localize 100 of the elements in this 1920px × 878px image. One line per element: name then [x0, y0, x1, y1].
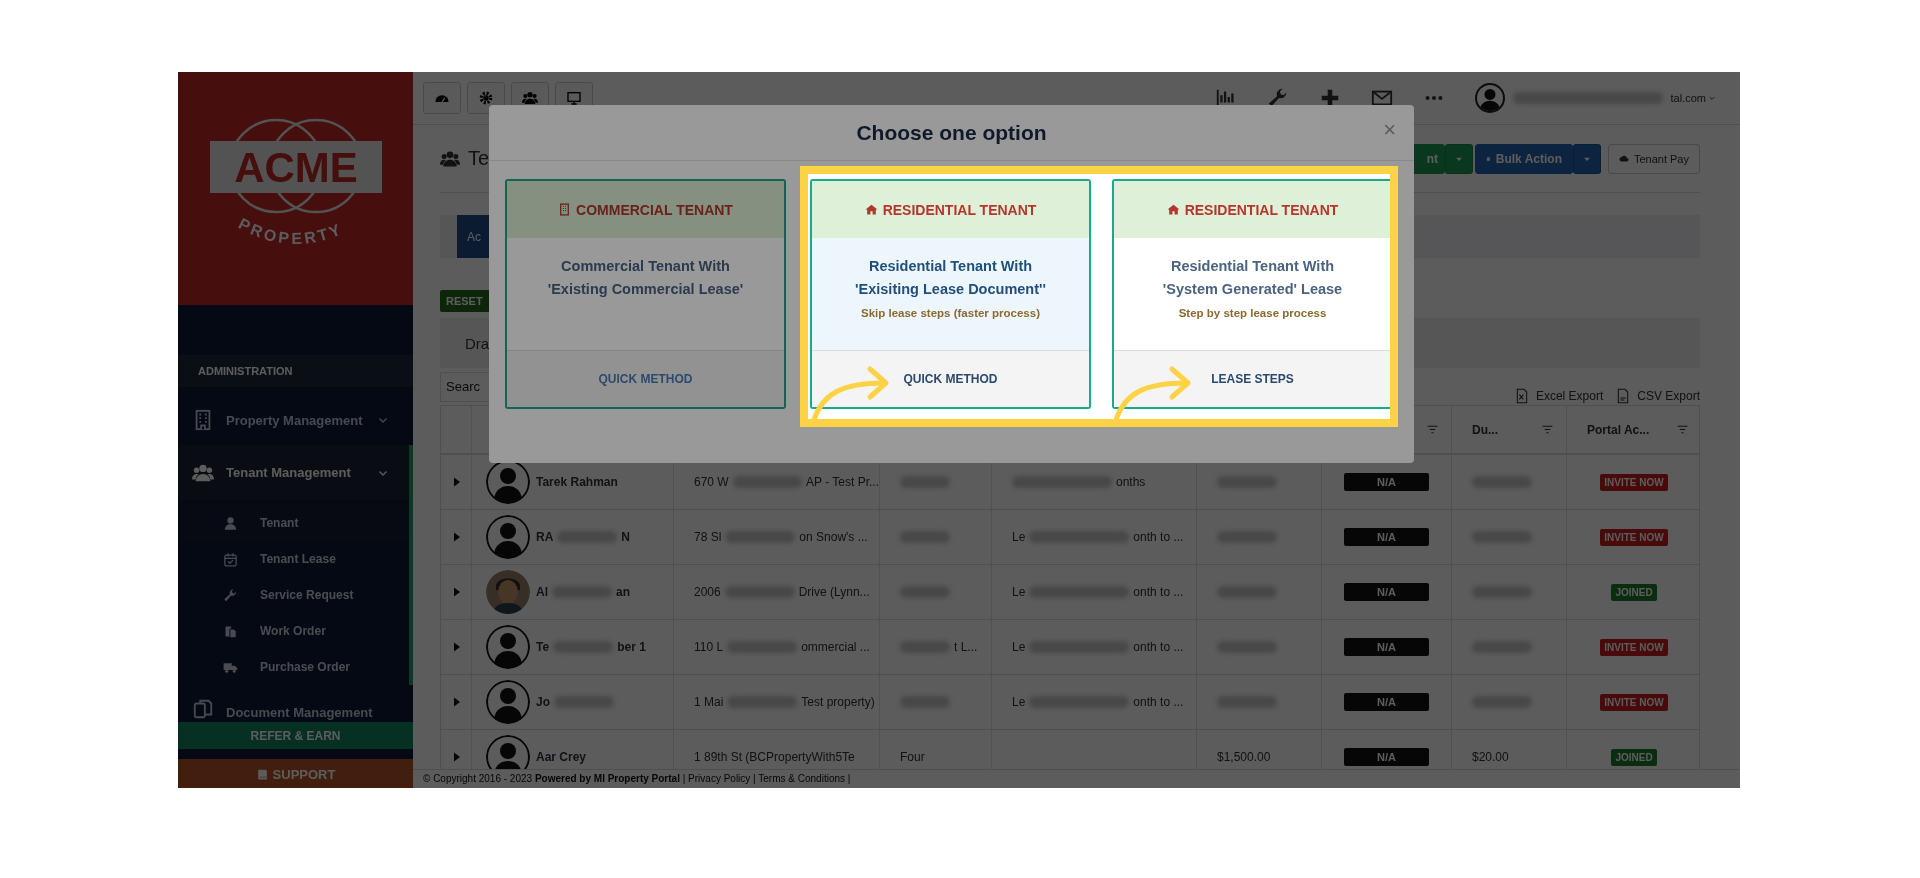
- close-button[interactable]: ×: [1383, 117, 1396, 143]
- property-address: 670 W: [694, 475, 729, 489]
- tenant-name: Jo: [536, 695, 550, 709]
- avatar-icon: [486, 515, 530, 559]
- option-description: 'System Generated' Lease: [1162, 280, 1343, 299]
- avatar-icon[interactable]: [1474, 83, 1505, 113]
- portal-badge[interactable]: INVITE NOW: [1600, 528, 1668, 546]
- property-address: 2006: [694, 585, 721, 599]
- house-icon: [1166, 203, 1180, 216]
- toolbar-button[interactable]: [423, 82, 461, 114]
- portal-badge[interactable]: INVITE NOW: [1600, 638, 1668, 656]
- cell-text: onths: [1116, 475, 1146, 489]
- monitor-icon: [566, 90, 582, 106]
- option-action-button[interactable]: QUICK METHOD: [903, 372, 998, 386]
- cell-text: onth to ...: [1133, 585, 1184, 599]
- option-card[interactable]: RESIDENTIAL TENANT Residential Tenant With 'System Generated' Lease Step by step lease process LEASE STEPS: [1112, 179, 1390, 409]
- cell-text: Le: [1012, 695, 1026, 709]
- panel-title: Dra: [465, 334, 490, 352]
- tenant-name: Te: [536, 640, 550, 654]
- cell-text: onth to ...: [1133, 640, 1184, 654]
- footer-text: © Copyright 2016 - 2023 Powered by MI Property Portal | Privacy Policy | Terms & Conditions |: [413, 769, 1740, 788]
- property-address: 78 Sl: [694, 530, 722, 544]
- section-title: ADMINISTRATION: [178, 355, 413, 387]
- option-title: COMMERCIAL TENANT: [576, 201, 733, 218]
- toolbar-button[interactable]: [467, 82, 505, 114]
- option-description: 'Existing Commercial Lease': [547, 280, 744, 299]
- column-header[interactable]: Du...: [1472, 422, 1498, 437]
- cell-text: Le: [1012, 530, 1026, 544]
- users-icon: [522, 90, 538, 106]
- nav-item[interactable]: Document Management: [178, 685, 413, 722]
- bulk-action-button[interactable]: Bulk Action: [1475, 143, 1573, 174]
- option-description: Residential Tenant With: [1170, 257, 1335, 276]
- portal-badge: JOINED: [1611, 748, 1657, 766]
- wrench-icon: [223, 587, 238, 603]
- status-badge: N/A: [1344, 748, 1429, 766]
- support-button[interactable]: SUPPORT: [178, 759, 413, 788]
- tenant-name: N: [621, 530, 630, 544]
- option-note: Step by step lease process: [1178, 306, 1327, 321]
- status-badge: N/A: [1344, 528, 1429, 546]
- portal-badge[interactable]: INVITE NOW: [1600, 693, 1668, 711]
- property-address: AP - Test Pr...: [806, 475, 879, 489]
- column-header[interactable]: Portal Ac...: [1587, 422, 1650, 437]
- nav-subitem[interactable]: Service Request: [178, 577, 409, 613]
- dropdown-button[interactable]: [1445, 143, 1473, 174]
- option-action-button[interactable]: LEASE STEPS: [1211, 372, 1294, 386]
- filter-icon[interactable]: [1676, 423, 1689, 436]
- nav-item[interactable]: Property Management: [178, 395, 413, 445]
- nav-item[interactable]: Tenant Management: [178, 445, 413, 500]
- dropdown-button[interactable]: [1573, 143, 1601, 174]
- documents-icon: [192, 698, 214, 720]
- building-icon: [558, 203, 572, 216]
- avatar-icon: [486, 735, 530, 770]
- avatar-icon: [486, 680, 530, 724]
- tenant-name: an: [616, 585, 630, 599]
- status-badge: N/A: [1344, 473, 1429, 491]
- option-card[interactable]: COMMERCIAL TENANT Commercial Tenant With 'Existing Commercial Lease' QUICK METHOD: [505, 179, 786, 409]
- cell-text: onth to ...: [1133, 530, 1184, 544]
- cell-text: Le: [1012, 585, 1026, 599]
- export-button[interactable]: CSV Export: [1615, 387, 1700, 404]
- option-description: Residential Tenant With: [868, 257, 1033, 276]
- status-badge: N/A: [1344, 638, 1429, 656]
- filter-icon[interactable]: [1426, 423, 1439, 436]
- property-address: Test property): [801, 695, 875, 709]
- portal-badge[interactable]: INVITE NOW: [1600, 473, 1668, 491]
- status-badge: N/A: [1344, 583, 1429, 601]
- property-address: ommercial ...: [801, 640, 870, 654]
- option-card[interactable]: RESIDENTIAL TENANT Residential Tenant With 'Exisiting Lease Document'' Skip lease steps (faster process) QUICK METHOD: [810, 179, 1091, 409]
- option-action-button[interactable]: QUICK METHOD: [598, 372, 693, 386]
- tenant-name: RA: [536, 530, 554, 544]
- acme-logo: ACME PROPERTY: [195, 113, 396, 264]
- nav-subitem[interactable]: Purchase Order: [178, 649, 409, 685]
- modal-title: Choose one option: [856, 120, 1047, 145]
- nav-subitem[interactable]: Tenant Lease: [178, 541, 409, 577]
- user-icon: [223, 515, 238, 531]
- property-address: 1 89th St (BCPropertyWith5Te: [694, 750, 855, 764]
- export-button[interactable]: Excel Export: [1513, 387, 1604, 404]
- tenant-pay-button[interactable]: Tenant Pay: [1608, 143, 1700, 174]
- caret-icon: [1708, 94, 1716, 102]
- option-note: Skip lease steps (faster process): [861, 306, 1040, 321]
- refer-button[interactable]: REFER & EARN: [178, 722, 413, 749]
- due-amount: $20.00: [1472, 750, 1509, 764]
- property-address: 110 L: [694, 640, 724, 654]
- option-title: RESIDENTIAL TENANT: [882, 201, 1037, 218]
- option-description: 'Exisiting Lease Document'': [855, 280, 1046, 299]
- cell-text: onth to ...: [1133, 695, 1184, 709]
- page-title: Te: [468, 147, 490, 170]
- property-address: 1 Mai: [694, 695, 724, 709]
- option-description: Commercial Tenant With: [561, 257, 730, 276]
- status-badge: N/A: [1344, 693, 1429, 711]
- option-title: RESIDENTIAL TENANT: [1184, 201, 1339, 218]
- cell-text: Four: [900, 750, 925, 764]
- reset-button[interactable]: RESET: [440, 290, 492, 312]
- calendar-icon: [223, 551, 238, 567]
- cell-text: Le: [1012, 640, 1026, 654]
- book-icon: [255, 768, 269, 781]
- tenant-name: Tarek Rahman: [536, 475, 618, 489]
- nav-subitem[interactable]: Work Order: [178, 613, 409, 649]
- filter-icon[interactable]: [1541, 423, 1554, 436]
- avatar-icon: [486, 625, 530, 669]
- tenant-name: ber 1: [617, 640, 646, 654]
